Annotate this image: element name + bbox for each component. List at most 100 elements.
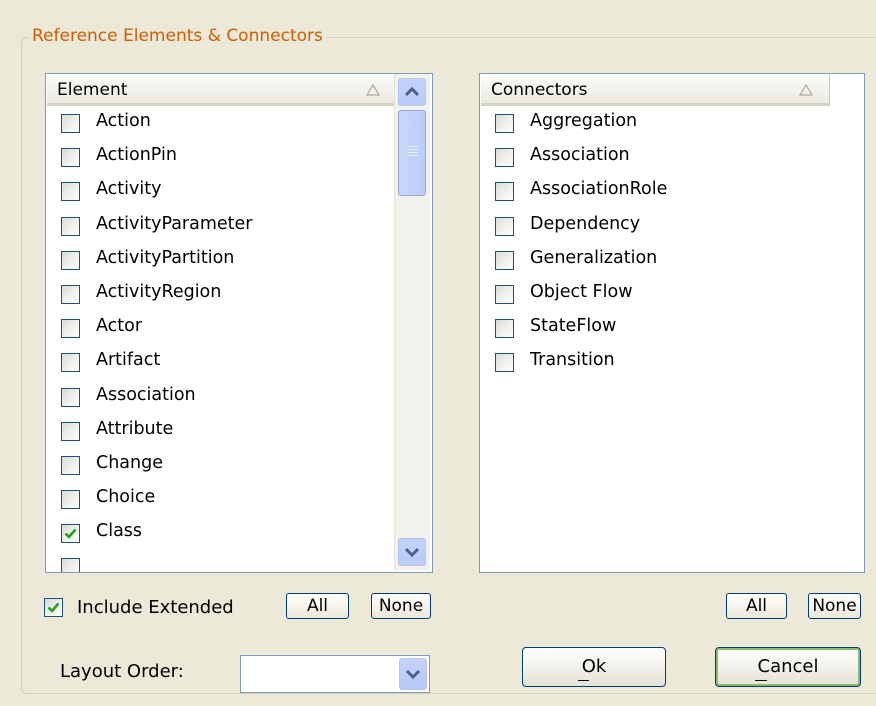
- ok-label: Ok: [581, 656, 607, 677]
- scroll-up-button[interactable]: [398, 78, 426, 106]
- connectors-column-header[interactable]: Connectors: [481, 75, 830, 106]
- element-label: ActionPin: [96, 145, 177, 166]
- thumb-grip-line: [408, 152, 418, 153]
- element-label: Association: [96, 384, 196, 405]
- connector-row[interactable]: Association: [480, 142, 864, 176]
- chevron-down-icon: [404, 547, 420, 558]
- include-extended-label: Include Extended: [77, 597, 234, 618]
- element-label: Action: [96, 111, 151, 131]
- element-label: ActivityParameter: [96, 213, 253, 234]
- select-none-elements-button[interactable]: None: [371, 593, 431, 619]
- connector-row[interactable]: AssociationRole: [480, 176, 864, 210]
- element-label: Class: [96, 521, 143, 542]
- element-row[interactable]: Actor: [46, 313, 432, 347]
- include-extended-box[interactable]: [44, 598, 63, 617]
- element-scrollbar[interactable]: [394, 74, 430, 570]
- connector-row[interactable]: Transition: [480, 347, 864, 381]
- cancel-label: Cancel: [757, 656, 819, 677]
- element-checkbox[interactable]: [61, 455, 80, 475]
- sort-ascending-icon: [366, 84, 380, 96]
- connector-label: Generalization: [530, 247, 658, 268]
- connector-label: Dependency: [530, 213, 641, 234]
- element-checkbox[interactable]: [61, 490, 80, 510]
- element-row[interactable]: Attribute: [46, 416, 432, 450]
- connector-rows: Aggregation Association AssociationRole Dep…: [480, 108, 864, 382]
- sort-ascending-icon: [799, 84, 813, 96]
- element-row-partial[interactable]: [46, 552, 432, 572]
- element-checkbox[interactable]: [61, 216, 80, 236]
- element-row[interactable]: ActionPin: [46, 142, 432, 176]
- element-checkbox[interactable]: [61, 284, 80, 304]
- element-checkbox[interactable]: [61, 558, 80, 572]
- element-label: Activity: [96, 179, 162, 200]
- element-checkbox[interactable]: [61, 524, 80, 544]
- element-checkbox[interactable]: [61, 114, 80, 133]
- element-header-label: Element: [57, 80, 128, 100]
- element-checkbox[interactable]: [61, 421, 80, 441]
- select-all-elements-button[interactable]: All: [286, 593, 349, 619]
- checkmark-icon: [47, 602, 60, 613]
- element-row[interactable]: Association: [46, 382, 432, 416]
- element-row[interactable]: Activity: [46, 176, 432, 210]
- thumb-grip-line: [408, 149, 418, 150]
- element-list[interactable]: Element Action ActionPin Activity ActivityP…: [45, 73, 433, 573]
- connector-checkbox[interactable]: [495, 353, 514, 373]
- select-none-connectors-button[interactable]: None: [808, 593, 861, 619]
- layout-order-select[interactable]: [240, 655, 430, 693]
- thumb-grip-line: [408, 155, 418, 156]
- connector-label: Aggregation: [530, 111, 638, 131]
- element-label: Choice: [96, 487, 156, 508]
- connector-checkbox[interactable]: [495, 319, 514, 339]
- element-row[interactable]: Action: [46, 108, 432, 142]
- connector-checkbox[interactable]: [495, 114, 514, 133]
- element-checkbox[interactable]: [61, 182, 80, 202]
- chevron-up-icon: [404, 86, 420, 97]
- element-row[interactable]: Artifact: [46, 347, 432, 381]
- connector-checkbox[interactable]: [495, 148, 514, 168]
- element-label: Attribute: [96, 418, 174, 439]
- connector-label: StateFlow: [530, 316, 617, 337]
- connectors-header-label: Connectors: [491, 80, 588, 100]
- connector-row[interactable]: Aggregation: [480, 108, 864, 142]
- chevron-down-icon: [405, 669, 421, 680]
- layout-order-dropdown-button[interactable]: [399, 658, 427, 690]
- element-checkbox[interactable]: [61, 387, 80, 407]
- checkmark-icon: [64, 528, 77, 540]
- element-label: Actor: [96, 316, 143, 337]
- connector-checkbox[interactable]: [495, 182, 514, 202]
- connector-row[interactable]: Generalization: [480, 245, 864, 279]
- select-all-connectors-button[interactable]: All: [726, 593, 787, 619]
- connector-label: AssociationRole: [530, 179, 668, 200]
- element-label: ActivityRegion: [96, 281, 222, 302]
- element-rows: Action ActionPin Activity ActivityParameter…: [46, 108, 432, 572]
- cancel-button[interactable]: Cancel: [715, 647, 861, 687]
- element-checkbox[interactable]: [61, 353, 80, 373]
- connector-row[interactable]: StateFlow: [480, 313, 864, 347]
- scroll-down-button[interactable]: [398, 538, 426, 566]
- element-checkbox[interactable]: [61, 319, 80, 339]
- connector-label: Transition: [530, 350, 615, 371]
- element-row[interactable]: ActivityRegion: [46, 279, 432, 313]
- element-row[interactable]: Change: [46, 450, 432, 484]
- element-label: ActivityPartition: [96, 247, 235, 268]
- element-row[interactable]: ActivityPartition: [46, 245, 432, 279]
- connector-row[interactable]: Object Flow: [480, 279, 864, 313]
- scroll-thumb[interactable]: [398, 110, 426, 196]
- layout-order-label: Layout Order:: [60, 661, 184, 682]
- connector-label: Association: [530, 145, 630, 166]
- element-row[interactable]: ActivityParameter: [46, 211, 432, 245]
- connector-checkbox[interactable]: [495, 216, 514, 236]
- connector-label: Object Flow: [530, 281, 633, 302]
- ok-button[interactable]: Ok: [522, 647, 666, 687]
- element-row[interactable]: Choice: [46, 484, 432, 518]
- include-extended-checkbox[interactable]: Include Extended: [44, 597, 274, 621]
- element-checkbox[interactable]: [61, 148, 80, 168]
- element-checkbox[interactable]: [61, 250, 80, 270]
- element-column-header[interactable]: Element: [47, 75, 397, 106]
- connectors-list[interactable]: Connectors Aggregation Association Associa…: [479, 73, 865, 573]
- connector-checkbox[interactable]: [495, 250, 514, 270]
- connector-row[interactable]: Dependency: [480, 211, 864, 245]
- thumb-grip-line: [408, 146, 418, 147]
- connector-checkbox[interactable]: [495, 284, 514, 304]
- element-row[interactable]: Class: [46, 518, 432, 552]
